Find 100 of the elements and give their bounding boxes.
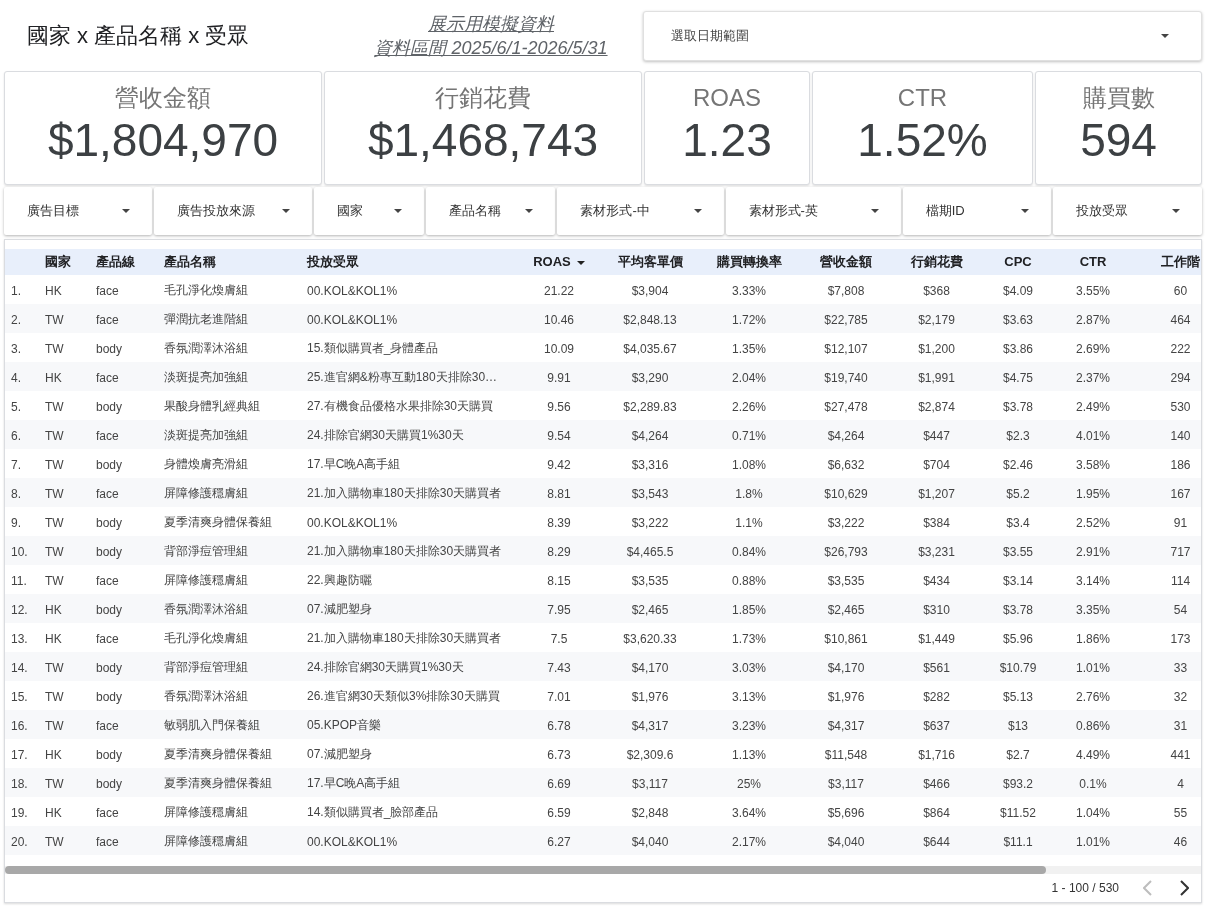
row-number: 11.	[11, 573, 27, 588]
column-header[interactable]: ROAS	[521, 249, 597, 275]
filter-dropdown[interactable]: 國家	[314, 187, 425, 235]
table-cell: $1,976	[827, 689, 865, 704]
table-cell: 22.興趣防曬	[307, 573, 372, 587]
table-cell: 31	[1173, 718, 1188, 733]
row-number: 4.	[11, 370, 21, 385]
table-cell: 00.KOL&KOL1%	[307, 312, 398, 327]
table-cell: $2.3	[1006, 428, 1030, 443]
table-cell: body	[96, 399, 123, 414]
table-cell: HK	[45, 747, 62, 762]
row-number: 19.	[11, 805, 28, 820]
table-cell: $19,740	[824, 370, 868, 385]
column-header[interactable]: 產品名稱	[160, 249, 303, 275]
table-cell: 6.69	[547, 776, 571, 791]
filter-dropdown[interactable]: 投放受眾	[1052, 187, 1202, 235]
caret-icon	[1172, 209, 1180, 213]
filter-dropdown[interactable]: 廣告目標	[4, 187, 153, 235]
row-number: 17.	[11, 747, 28, 762]
table-cell: $4,264	[631, 428, 669, 443]
table-cell: $3,222	[827, 515, 865, 530]
table-cell: 2.04%	[732, 370, 766, 385]
column-header[interactable]: CPC	[976, 249, 1060, 275]
table-cell: 07.減肥塑身	[307, 747, 372, 761]
table-cell: 0.71%	[732, 428, 766, 443]
column-header[interactable]: 行銷花費	[897, 249, 976, 275]
table-cell: 8.39	[547, 515, 571, 530]
table-cell: TW	[45, 341, 64, 356]
table-cell: $864	[923, 805, 950, 820]
table-cell: $3,117	[828, 776, 864, 791]
filter-dropdown[interactable]: 檔期ID	[902, 187, 1051, 235]
table-cell: 00.KOL&KOL1%	[307, 283, 398, 298]
filter-dropdown[interactable]: 素材形式-中	[557, 187, 724, 235]
table-cell: 2.17%	[732, 834, 766, 849]
table-cell: $2,465	[631, 602, 669, 617]
table-cell: face	[96, 805, 119, 820]
table-cell: 00.KOL&KOL1%	[307, 834, 398, 849]
filter-dropdown[interactable]: 產品名稱	[426, 187, 556, 235]
table-cell: $2.7	[1006, 747, 1030, 762]
table-cell: $434	[923, 573, 950, 588]
table-cell: 3.58%	[1076, 457, 1110, 472]
table-cell: $3,231	[918, 544, 955, 559]
table-cell: $11,548	[824, 747, 868, 762]
column-header[interactable]: 工作階	[1126, 249, 1201, 275]
table-cell: TW	[45, 544, 64, 559]
table-cell: 222	[1170, 341, 1191, 356]
table-cell: 441	[1170, 747, 1191, 762]
caret-icon	[394, 209, 403, 213]
column-header[interactable]: 國家	[41, 249, 92, 275]
table-cell: $644	[923, 834, 950, 849]
table-cell: $3,117	[632, 776, 668, 791]
table-cell: HK	[45, 602, 62, 617]
table-cell: 香氛潤澤沐浴組	[164, 341, 248, 355]
row-number: 10.	[11, 544, 28, 559]
table-cell: $1,207	[918, 486, 955, 501]
column-header[interactable]: 購買轉換率	[703, 249, 795, 275]
table-cell: 夏季清爽身體保養組	[164, 776, 272, 790]
table-cell: 背部淨痘管理組	[164, 544, 248, 558]
table-cell: 4.49%	[1076, 747, 1110, 762]
column-header[interactable]: 營收金額	[795, 249, 897, 275]
column-header[interactable]: CTR	[1060, 249, 1126, 275]
table-cell: body	[96, 660, 123, 675]
table-cell: $2,309.6	[626, 747, 674, 762]
row-number: 15.	[11, 689, 28, 704]
table-cell: $4.75	[1003, 370, 1033, 385]
table-cell: face	[96, 312, 119, 327]
table-cell: $3,222	[631, 515, 669, 530]
table-cell: $384	[923, 515, 950, 530]
caret-icon	[693, 209, 702, 213]
table-cell: $3,904	[631, 283, 669, 298]
subtitle-text: 資料區間 2025/6/1-2026/5/31	[374, 37, 608, 60]
caret-icon	[1161, 34, 1169, 38]
table-cell: 17.早C晚A高手組	[307, 776, 401, 790]
table-cell: 3.35%	[1076, 602, 1110, 617]
kpi-label: CTR	[897, 84, 948, 112]
filter-dropdown[interactable]: 廣告投放來源	[154, 187, 313, 235]
table-cell: $1,716	[918, 747, 955, 762]
caret-icon	[122, 209, 131, 213]
table-cell: 6.73	[547, 747, 571, 762]
table-cell: $6,632	[827, 457, 865, 472]
column-header[interactable]: 投放受眾	[303, 249, 521, 275]
table-cell: 3.55%	[1076, 283, 1110, 298]
table-cell: 2.49%	[1076, 399, 1110, 414]
table-cell: face	[96, 718, 119, 733]
date-range-dropdown[interactable]: 選取日期範圍	[643, 11, 1202, 61]
table-cell: body	[96, 747, 123, 762]
table-cell: 7.5	[550, 631, 568, 646]
table-cell: 8.81	[547, 486, 571, 501]
column-header[interactable]: 平均客單價	[597, 249, 703, 275]
filter-dropdown[interactable]: 素材形式-英	[725, 187, 901, 235]
table-cell: TW	[45, 312, 64, 327]
table-cell: $3,290	[631, 370, 669, 385]
table-cell: 屏障修護穩膚組	[164, 805, 248, 819]
table-cell: 夏季清爽身體保養組	[164, 747, 272, 761]
column-header[interactable]: 產品線	[92, 249, 160, 275]
table-cell: $12,107	[824, 341, 868, 356]
table-cell: 2.52%	[1076, 515, 1110, 530]
table-cell: 21.加入購物車180天排除30天購買者	[307, 544, 502, 558]
table-cell: 3.03%	[732, 660, 766, 675]
table-cell: $3,316	[631, 457, 669, 472]
